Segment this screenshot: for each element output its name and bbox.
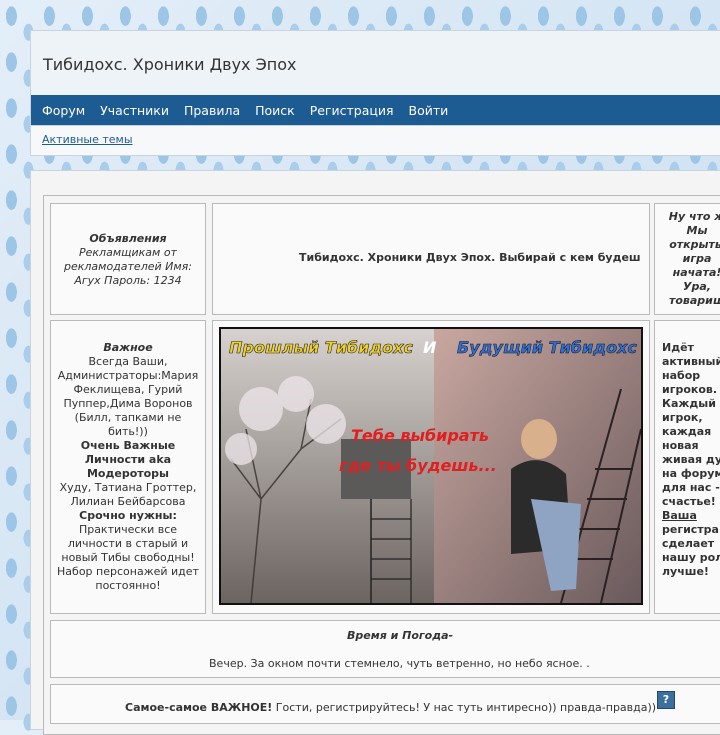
active-topics-link[interactable]: Активные темы — [42, 133, 133, 146]
site-title: Тибидохс. Хроники Двух Эпох — [43, 55, 297, 74]
right-mid-line: живая ду — [662, 453, 720, 466]
right-mid-line: Каждый — [662, 397, 716, 410]
right-top-cell: Ну что ж Мы открыты игра начата! Ура, то… — [654, 203, 720, 315]
right-top-line: Мы — [686, 224, 708, 237]
center-title-cell: Тибидохс. Хроники Двух Эпох. Выбирай с к… — [212, 203, 650, 315]
main-nav: Форум Участники Правила Поиск Регистраци… — [31, 95, 720, 125]
right-top-line: Ура, — [683, 280, 711, 293]
moderators-heading: Очень Важные Личности aka Модероторы — [80, 439, 176, 480]
right-mid-line: набор — [662, 369, 701, 382]
banner-middle-1: Тебе выбирать — [351, 426, 489, 445]
announcements-cell: Объявления Рекламщикам от рекламодателей… — [50, 203, 206, 315]
forum-banner-image: Прошлый Тибидохс И Будущий Тибидохс Тебе… — [219, 327, 643, 605]
nav-rules[interactable]: Правила — [184, 103, 240, 118]
weather-text: Вечер. За окном почти стемнело, чуть вет… — [209, 657, 590, 670]
announcements-body: Рекламщикам от рекламодателей Имя: Агух … — [63, 246, 192, 287]
right-top-line: открыты — [669, 238, 720, 251]
right-mid-line: игроков. — [662, 383, 718, 396]
right-mid-line: игрок, — [662, 411, 703, 424]
help-icon[interactable]: ? — [657, 691, 675, 709]
right-mid-line: активный — [662, 355, 720, 368]
nav-login[interactable]: Войти — [409, 103, 449, 118]
right-top-line: Ну что ж — [668, 210, 720, 223]
banner-and: И — [423, 338, 437, 357]
nav-search[interactable]: Поиск — [255, 103, 295, 118]
nav-forum[interactable]: Форум — [42, 103, 85, 118]
weather-cell: Время и Погода- Вечер. За окном почти ст… — [50, 620, 720, 678]
announcements-heading: Объявления — [89, 232, 167, 245]
right-mid-line: нашу рол — [662, 551, 720, 564]
right-mid-line: регистра — [662, 523, 719, 536]
admins-text: Всегда Ваши, Администраторы:Мария Феклищ… — [57, 355, 199, 438]
nav-register[interactable]: Регистрация — [310, 103, 394, 118]
right-top-line: начата! — [672, 266, 720, 279]
right-mid-line: для нас - — [662, 481, 720, 494]
banner-graphic: Прошлый Тибидохс И Будущий Тибидохс Тебе… — [221, 329, 641, 603]
moderators-text: Худу, Татиана Гроттер, Лилиан Бейбарсова — [59, 481, 197, 508]
center-title: Тибидохс. Хроники Двух Эпох. Выбирай с к… — [299, 251, 641, 264]
important-heading: Важное — [103, 341, 153, 354]
banner-right-title: Будущий Тибидохс — [457, 338, 637, 357]
banner-left-title: Прошлый Тибидохс — [229, 338, 414, 357]
important-strip-text: Самое-самое ВАЖНОЕ! Гости, регистрируйте… — [125, 701, 656, 715]
announcement-table: Объявления Рекламщикам от рекламодателей… — [43, 195, 720, 735]
right-mid-line: на форум — [662, 467, 720, 480]
important-cell: Важное Всегда Ваши, Администраторы:Мария… — [50, 320, 206, 614]
important-strip: Самое-самое ВАЖНОЕ! Гости, регистрируйте… — [50, 684, 720, 724]
banner-cell: Прошлый Тибидохс И Будущий Тибидохс Тебе… — [212, 320, 650, 614]
right-mid-line: каждая — [662, 425, 712, 438]
registration-link[interactable]: Ваша — [662, 509, 720, 523]
right-top-line: игра — [682, 252, 712, 265]
nav-members[interactable]: Участники — [100, 103, 169, 118]
right-top-line: товарищ — [668, 294, 720, 307]
important-strip-body: Гости, регистрируйтесь! У нас туть интир… — [272, 701, 657, 714]
right-mid-line: сделает — [662, 537, 715, 550]
urgent-text: Практически все личности в старый и новы… — [57, 523, 199, 592]
main-content: Объявления Рекламщикам от рекламодателей… — [30, 170, 720, 735]
right-mid-line: новая — [662, 439, 699, 452]
sub-nav: Активные темы — [30, 126, 720, 156]
forum-header: Тибидохс. Хроники Двух Эпох Форум Участн… — [30, 30, 720, 126]
urgent-heading: Срочно нужны: — [79, 509, 177, 522]
banner-middle-2: где ты будешь... — [339, 456, 497, 475]
right-mid-line: счастье! — [662, 495, 716, 508]
right-mid-line: лучше! — [662, 565, 709, 578]
important-strip-bold: Самое-самое ВАЖНОЕ! — [125, 701, 273, 714]
weather-heading: Время и Погода- — [347, 629, 454, 642]
right-mid-cell: Идёт активный набор игроков. Каждый игро… — [654, 320, 720, 614]
right-mid-line: Идёт — [662, 341, 694, 354]
